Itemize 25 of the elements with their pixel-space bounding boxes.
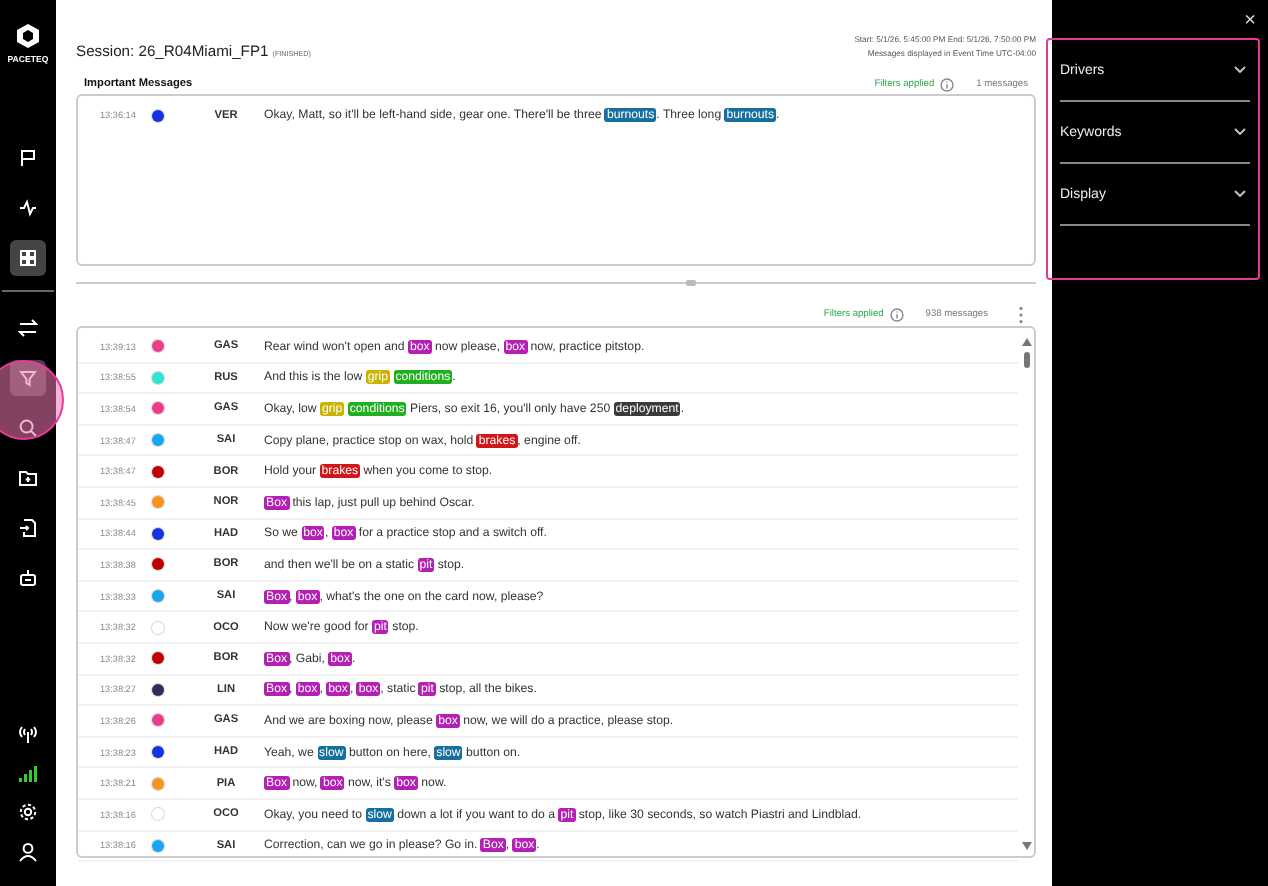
grid-icon	[18, 248, 38, 268]
swap-icon	[18, 318, 38, 338]
import-icon	[18, 518, 38, 538]
robot-icon	[18, 568, 38, 588]
logo-icon	[13, 22, 42, 50]
folder-icon	[18, 468, 38, 488]
scroll-down-icon[interactable]	[1021, 842, 1031, 850]
flag-icon	[18, 148, 38, 168]
scroll-up-icon[interactable]	[1021, 338, 1031, 346]
scrollbar-thumb[interactable]	[1023, 352, 1029, 368]
user-icon[interactable]	[18, 842, 38, 862]
signal-icon	[18, 764, 38, 782]
grid-button[interactable]	[10, 240, 46, 276]
info-icon[interactable]	[940, 77, 955, 91]
resize-handle[interactable]	[686, 279, 696, 285]
settings-icon[interactable]	[18, 802, 38, 822]
search-icon	[18, 418, 38, 438]
close-button[interactable]: ×	[1244, 12, 1256, 32]
filter-icon	[18, 368, 38, 388]
highlight-circle	[0, 360, 64, 440]
info-icon[interactable]	[889, 307, 904, 321]
filter-button[interactable]	[10, 360, 46, 396]
antenna-icon	[18, 724, 38, 744]
activity-icon	[18, 198, 38, 218]
more-icon[interactable]	[1018, 305, 1024, 323]
